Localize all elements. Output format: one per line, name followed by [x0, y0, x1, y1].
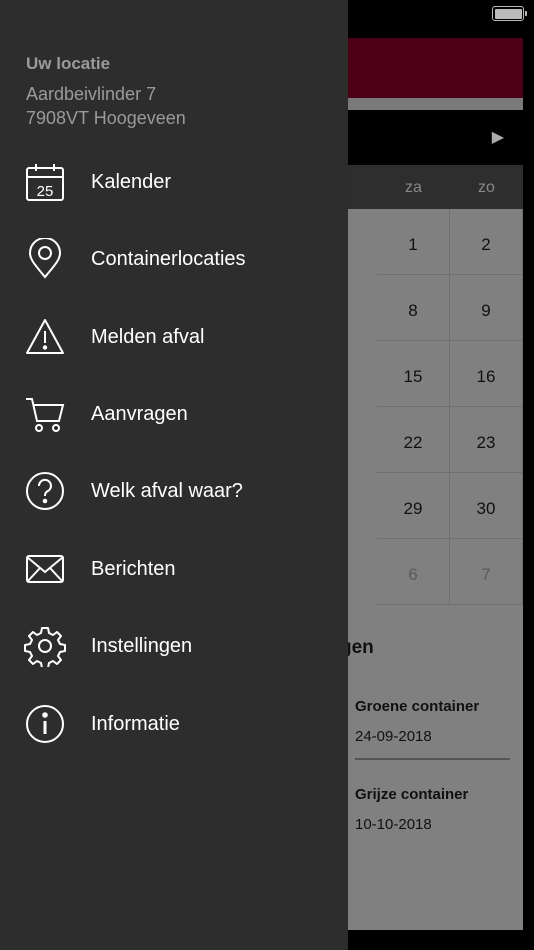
weekday-label-zo: zo: [478, 179, 495, 196]
menu-item-label: Berichten: [91, 557, 176, 580]
navigation-drawer: Uw locatie Aardbeivlinder 7 7908VT Hooge…: [0, 0, 348, 950]
calendar-day[interactable]: 9: [450, 275, 523, 341]
weekday-label-za: za: [405, 179, 422, 196]
envelope-icon: [24, 548, 66, 590]
svg-text:25: 25: [37, 183, 54, 200]
menu-item-label: Welk afval waar?: [91, 479, 243, 502]
menu-item-label: Informatie: [91, 712, 180, 735]
pickup-name: Groene container: [355, 698, 480, 715]
pickup-date: 24-09-2018: [355, 728, 432, 745]
calendar-day[interactable]: 23: [450, 407, 523, 473]
pickup-item[interactable]: Groene container 24-09-2018: [355, 698, 479, 745]
cart-icon: [24, 393, 66, 435]
pickup-date: 10-10-2018: [355, 816, 432, 833]
banner-progress-bar: [340, 98, 523, 110]
menu-item-kalender[interactable]: 25 Kalender: [0, 147, 348, 217]
menu-item-label: Containerlocaties: [91, 247, 246, 270]
gear-icon: [24, 625, 66, 669]
calendar-grid: 1 2 8 9 15 16 22 23 29 30 6 7: [340, 209, 523, 616]
weekday-header: za zo: [340, 165, 523, 209]
pickup-divider: [355, 758, 510, 760]
calendar-day[interactable]: 1: [377, 209, 450, 275]
address-city: 7908VT Hoogeveen: [26, 108, 186, 128]
calendar-day[interactable]: 16: [450, 341, 523, 407]
map-pin-icon: [24, 237, 66, 280]
calendar-day-outside-month[interactable]: 7: [450, 539, 523, 605]
menu-item-containerlocaties[interactable]: Containerlocaties: [0, 224, 348, 294]
menu-item-melden-afval[interactable]: Melden afval: [0, 302, 348, 372]
pickup-item[interactable]: Grijze container 10-10-2018: [355, 786, 468, 833]
menu-item-label: Instellingen: [91, 634, 193, 657]
location-title: Uw locatie: [26, 54, 111, 73]
menu-item-label: Aanvragen: [91, 402, 188, 425]
calendar-day[interactable]: 30: [450, 473, 523, 539]
menu-item-label: Kalender: [91, 170, 172, 193]
month-navigation: [340, 110, 534, 165]
upcoming-pickups-panel: [340, 616, 523, 930]
info-icon: [24, 703, 66, 745]
menu-item-welk-afval-waar[interactable]: Welk afval waar?: [0, 456, 348, 526]
menu-item-informatie[interactable]: Informatie: [0, 689, 348, 759]
menu-item-instellingen[interactable]: Instellingen: [0, 611, 348, 681]
menu-item-berichten[interactable]: Berichten: [0, 534, 348, 604]
calendar-day[interactable]: 22: [377, 407, 450, 473]
calendar-day[interactable]: 15: [377, 341, 450, 407]
question-icon: [24, 470, 66, 512]
calendar-day[interactable]: 8: [377, 275, 450, 341]
menu-item-label: Melden afval: [91, 325, 205, 348]
menu-item-aanvragen[interactable]: Aanvragen: [0, 379, 348, 449]
calendar-day[interactable]: 29: [377, 473, 450, 539]
calendar-day[interactable]: 2: [450, 209, 523, 275]
calendar-icon: 25: [24, 161, 66, 203]
battery-icon: [492, 6, 527, 21]
calendar-day-outside-month[interactable]: 6: [377, 539, 450, 605]
address-street: Aardbeivlinder 7: [26, 84, 157, 104]
warning-icon: [24, 316, 66, 358]
next-month-arrow-icon[interactable]: ▶: [492, 127, 504, 147]
pickup-name: Grijze container: [355, 786, 469, 803]
